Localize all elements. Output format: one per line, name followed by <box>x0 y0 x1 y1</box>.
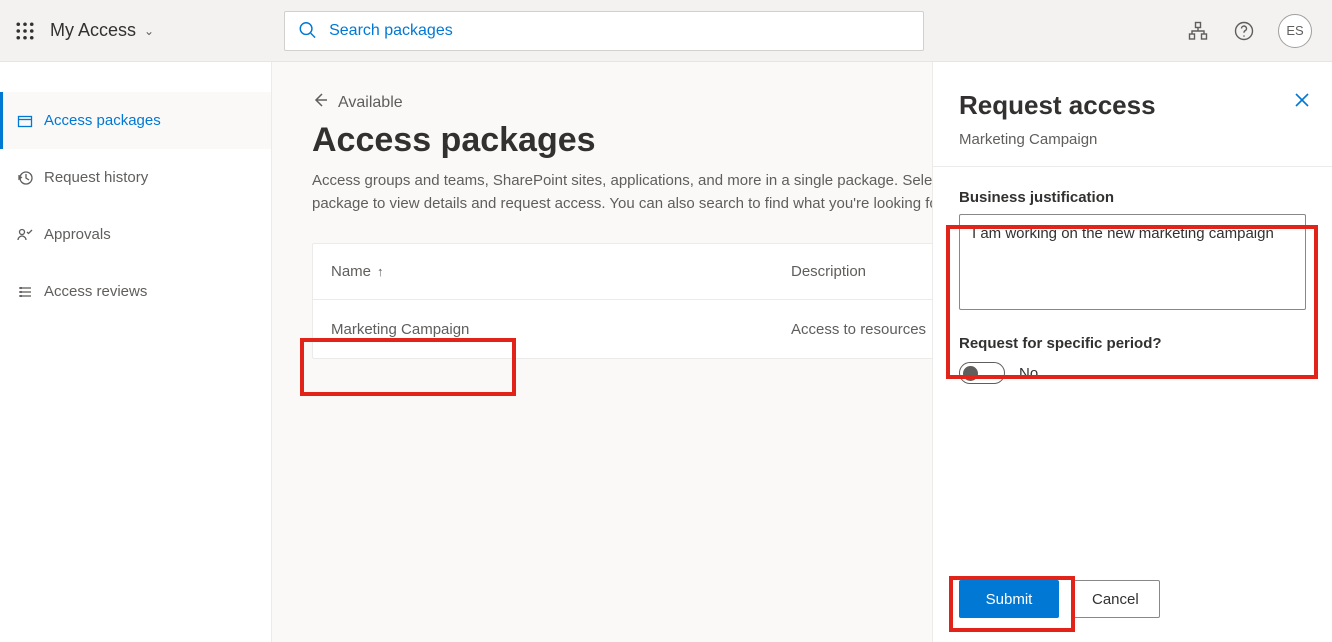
header-right: ES <box>1186 14 1312 48</box>
package-name: Marketing Campaign <box>331 321 469 338</box>
app-title-dropdown[interactable]: My Access ⌄ <box>50 20 184 41</box>
breadcrumb-label: Available <box>338 94 403 112</box>
sidebar-item-label: Approvals <box>44 226 111 243</box>
cell-name: Marketing Campaign <box>331 321 791 338</box>
column-name-label: Name <box>331 263 371 280</box>
justification-input[interactable] <box>959 214 1306 310</box>
history-icon <box>16 170 34 186</box>
directory-icon-button[interactable] <box>1186 19 1210 43</box>
search-wrap <box>284 11 924 51</box>
sidebar-item-access-reviews[interactable]: Access reviews <box>0 263 271 320</box>
chevron-down-icon: ⌄ <box>144 24 154 38</box>
period-toggle-row: No <box>959 362 1306 384</box>
approvals-icon <box>16 227 34 243</box>
panel-header: Request access Marketing Campaign <box>933 62 1332 167</box>
request-access-panel: Request access Marketing Campaign Busine… <box>932 62 1332 642</box>
period-toggle-state: No <box>1019 365 1038 382</box>
cancel-button[interactable]: Cancel <box>1071 580 1160 618</box>
top-header: My Access ⌄ ES <box>0 0 1332 62</box>
page-description: Access groups and teams, SharePoint site… <box>312 170 992 215</box>
panel-footer: Submit Cancel <box>933 562 1332 642</box>
help-icon <box>1234 21 1254 41</box>
sidebar-item-request-history[interactable]: Request history <box>0 149 271 206</box>
period-toggle[interactable] <box>959 362 1005 384</box>
panel-body: Business justification Request for speci… <box>933 167 1332 562</box>
column-description-label: Description <box>791 263 866 280</box>
justification-label: Business justification <box>959 189 1306 206</box>
help-button[interactable] <box>1232 19 1256 43</box>
column-name[interactable]: Name ↑ <box>331 263 791 280</box>
app-title: My Access <box>50 20 136 41</box>
submit-button[interactable]: Submit <box>959 580 1059 618</box>
waffle-icon <box>16 22 34 40</box>
reviews-icon <box>16 284 34 300</box>
sidebar: Access packages Request history Approval… <box>0 62 272 642</box>
search-icon <box>298 20 316 41</box>
sidebar-item-label: Access packages <box>44 112 161 129</box>
sidebar-item-approvals[interactable]: Approvals <box>0 206 271 263</box>
avatar-initials: ES <box>1286 23 1303 38</box>
panel-title: Request access <box>959 90 1306 121</box>
search-input[interactable] <box>284 11 924 51</box>
back-arrow-icon <box>312 92 328 113</box>
sidebar-item-access-packages[interactable]: Access packages <box>0 92 271 149</box>
sort-ascending-icon: ↑ <box>377 264 384 279</box>
close-icon <box>1294 92 1310 108</box>
sitemap-icon <box>1188 21 1208 41</box>
sidebar-item-label: Access reviews <box>44 283 147 300</box>
sidebar-item-label: Request history <box>44 169 148 186</box>
package-description: Access to resources <box>791 321 926 338</box>
package-icon <box>16 113 34 129</box>
avatar[interactable]: ES <box>1278 14 1312 48</box>
toggle-knob <box>963 366 978 381</box>
close-button[interactable] <box>1294 92 1310 113</box>
app-launcher-button[interactable] <box>0 22 50 40</box>
panel-subtitle: Marketing Campaign <box>959 131 1306 148</box>
period-label: Request for specific period? <box>959 335 1306 352</box>
